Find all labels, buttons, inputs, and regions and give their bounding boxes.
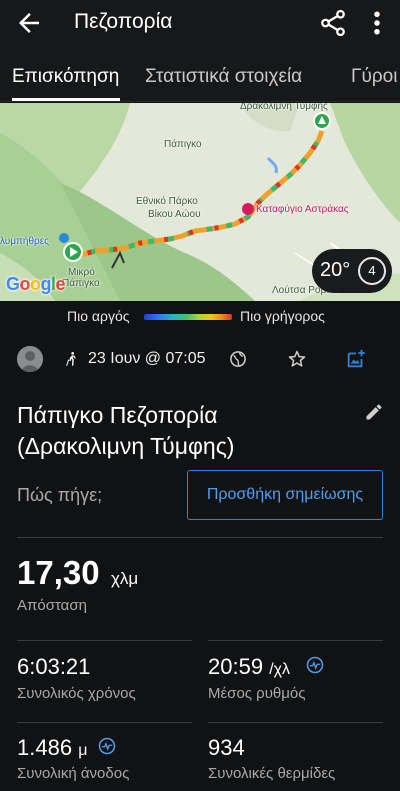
distance-label: Απόσταση — [17, 597, 87, 614]
activity-title: Πάπιγκο Πεζοπορία (Δρακολιμνη Τύμφης) — [17, 402, 235, 459]
divider — [208, 640, 383, 641]
divider — [17, 537, 383, 538]
page-title: Πεζοπορία — [74, 10, 173, 33]
pace-gradient-bar — [144, 314, 232, 320]
map-label-papigko: Πάπιγκο — [164, 139, 202, 150]
total-time-label: Συνολικός χρόνος — [17, 685, 136, 702]
add-note-button[interactable]: Προσθήκη σημείωσης — [187, 470, 383, 520]
divider — [208, 722, 383, 723]
google-logo: Google — [6, 274, 66, 294]
pace-legend: Πιο αργός Πιο γρήγορος — [0, 306, 400, 328]
app-bar: Πεζοπορία — [0, 0, 400, 46]
distance-unit: χλμ — [111, 569, 139, 588]
legend-slow-label: Πιο αργός — [67, 308, 130, 324]
map-label-park: Εθνικό Πάρκο — [136, 196, 198, 207]
map-label-mikro: Μικρό — [68, 267, 95, 278]
add-photo-icon[interactable] — [345, 348, 367, 370]
share-icon[interactable] — [318, 8, 348, 38]
map-label-park-2: Βίκου Αώου — [148, 209, 201, 220]
distance-value: 17,30 — [17, 554, 100, 591]
avg-pace-label: Μέσος ρυθμός — [208, 685, 306, 702]
calories-label: Συνολικές θερμίδες — [208, 765, 336, 782]
edit-pencil-icon[interactable] — [364, 402, 384, 422]
privacy-globe-icon[interactable] — [229, 350, 247, 368]
tab-laps[interactable]: Γύροι — [351, 66, 397, 88]
activity-date: 23 Ιουν @ 07:05 — [88, 350, 206, 367]
divider — [17, 722, 192, 723]
total-time-value: 6:03:21 — [17, 654, 91, 679]
more-options-icon[interactable] — [362, 8, 392, 38]
avg-pace-unit: /χλ — [269, 661, 291, 678]
map-label-olympithres: λυμπήθρες — [0, 236, 49, 247]
wind-speed-badge: 4 — [358, 257, 386, 285]
tab-statistics[interactable]: Στατιστικά στοιχεία — [145, 66, 302, 88]
tab-overview[interactable]: Επισκόπηση — [12, 66, 119, 88]
map-label-refuge: Καταφύγιο Αστράκας — [256, 204, 349, 215]
legend-fast-label: Πιο γρήγορος — [240, 308, 325, 324]
temperature: 20° — [320, 259, 351, 281]
hiking-icon — [66, 352, 76, 366]
avg-pace-value: 20:59 /χλ — [208, 654, 291, 679]
active-tab-indicator — [12, 98, 120, 101]
favorite-star-icon[interactable] — [287, 349, 307, 369]
map-label-papigko-2: Πάπιγκο — [62, 278, 100, 289]
chart-pulse-icon[interactable] — [306, 656, 324, 674]
chart-pulse-icon[interactable] — [98, 737, 116, 755]
back-arrow-icon[interactable] — [14, 8, 44, 38]
how-did-it-go-prompt: Πώς πήγε; — [17, 485, 103, 505]
tab-bar: Επισκόπηση Στατιστικά στοιχεία Γύροι — [0, 46, 400, 102]
avatar[interactable] — [17, 346, 43, 372]
total-ascent-value: 1.486 μ — [17, 735, 88, 760]
map-label-drakolimni: Δρακόλιμνη Τύμφης — [240, 103, 328, 112]
activity-meta-row: 23 Ιουν @ 07:05 — [0, 340, 400, 380]
total-ascent-unit: μ — [78, 742, 88, 759]
weather-badge: 20° 4 — [312, 249, 392, 293]
calories-value: 934 — [208, 735, 245, 760]
total-ascent-label: Συνολική άνοδος — [17, 765, 130, 782]
divider — [17, 640, 192, 641]
